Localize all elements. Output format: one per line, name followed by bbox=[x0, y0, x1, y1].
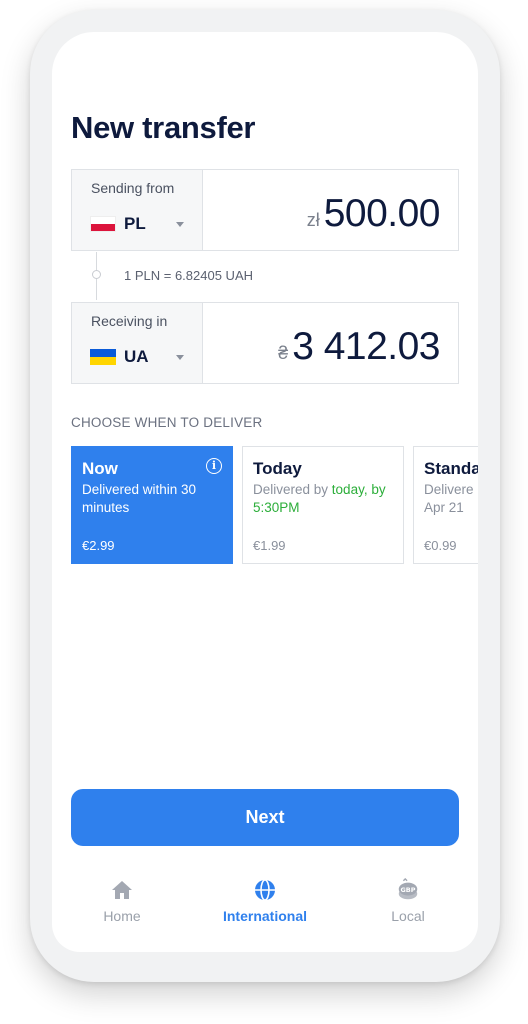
sending-country: PL bbox=[90, 214, 146, 234]
info-icon[interactable]: i bbox=[206, 458, 222, 474]
delivery-heading: CHOOSE WHEN TO DELIVER bbox=[71, 415, 263, 430]
sending-from-label: Sending from bbox=[91, 180, 175, 196]
tab-home[interactable]: Home bbox=[62, 878, 182, 924]
receiving-amount-box: Receiving in UA ₴ 3 412.03 bbox=[71, 302, 459, 384]
tab-label: Home bbox=[103, 908, 141, 924]
option-title: Standa bbox=[424, 459, 478, 478]
receiving-country: UA bbox=[90, 347, 149, 367]
tab-label: Local bbox=[391, 908, 425, 924]
app-screen: New transfer Sending from PL zł 500.00 1… bbox=[52, 32, 478, 952]
option-price: €1.99 bbox=[253, 538, 286, 553]
bottom-tab-bar: Home International GBP Local bbox=[52, 878, 478, 938]
delivery-option-today[interactable]: Today Delivered by today, by 5:30PM €1.9… bbox=[242, 446, 404, 564]
receiving-amount-input[interactable]: ₴ 3 412.03 bbox=[278, 325, 440, 369]
rate-connector-dot bbox=[92, 270, 101, 279]
option-description: Delivered within 30 minutes bbox=[82, 482, 197, 515]
chevron-down-icon bbox=[176, 222, 184, 227]
option-price: €2.99 bbox=[82, 538, 115, 553]
home-icon bbox=[112, 881, 132, 899]
option-title: Today bbox=[253, 459, 302, 478]
ukraine-flag-icon bbox=[90, 349, 116, 365]
poland-flag-icon bbox=[90, 216, 116, 232]
option-description-prefix: Delivered by bbox=[253, 482, 332, 497]
receiving-amount-value: 3 412.03 bbox=[292, 325, 440, 368]
tab-international[interactable]: International bbox=[205, 878, 325, 924]
globe-icon bbox=[255, 879, 275, 901]
option-description: Delivered by today, by 5:30PM bbox=[253, 481, 393, 517]
tab-label: International bbox=[222, 908, 307, 924]
option-price: €0.99 bbox=[424, 538, 457, 553]
svg-text:GBP: GBP bbox=[401, 886, 416, 894]
tab-local[interactable]: GBP Local bbox=[348, 878, 468, 924]
option-description-line: Delivere bbox=[424, 482, 474, 497]
sending-amount-input[interactable]: zł 500.00 bbox=[306, 192, 441, 236]
chevron-down-icon bbox=[176, 355, 184, 360]
sending-amount-box: Sending from PL zł 500.00 bbox=[71, 169, 459, 251]
exchange-rate: 1 PLN = 6.82405 UAH bbox=[124, 268, 253, 283]
option-title: Now bbox=[82, 459, 118, 478]
gbp-coin-icon: GBP bbox=[398, 878, 418, 900]
delivery-option-now[interactable]: Now Delivered within 30 minutes €2.99 i bbox=[71, 446, 233, 564]
next-button[interactable]: Next bbox=[71, 789, 459, 846]
receiving-currency-selector[interactable]: Receiving in UA bbox=[72, 303, 203, 383]
sending-amount-value: 500.00 bbox=[323, 192, 441, 235]
sending-country-code: PL bbox=[124, 214, 146, 233]
option-description-line: Apr 21 bbox=[424, 500, 464, 515]
delivery-options: Now Delivered within 30 minutes €2.99 i … bbox=[71, 446, 478, 564]
option-description: Delivere Apr 21 bbox=[424, 481, 478, 517]
receiving-currency-symbol: ₴ bbox=[278, 343, 289, 363]
receiving-in-label: Receiving in bbox=[91, 313, 168, 329]
page-title: New transfer bbox=[71, 110, 256, 145]
delivery-option-standard[interactable]: Standa Delivere Apr 21 €0.99 bbox=[413, 446, 478, 564]
sending-currency-symbol: zł bbox=[306, 210, 320, 230]
sending-currency-selector[interactable]: Sending from PL bbox=[72, 170, 203, 250]
receiving-country-code: UA bbox=[124, 347, 149, 366]
